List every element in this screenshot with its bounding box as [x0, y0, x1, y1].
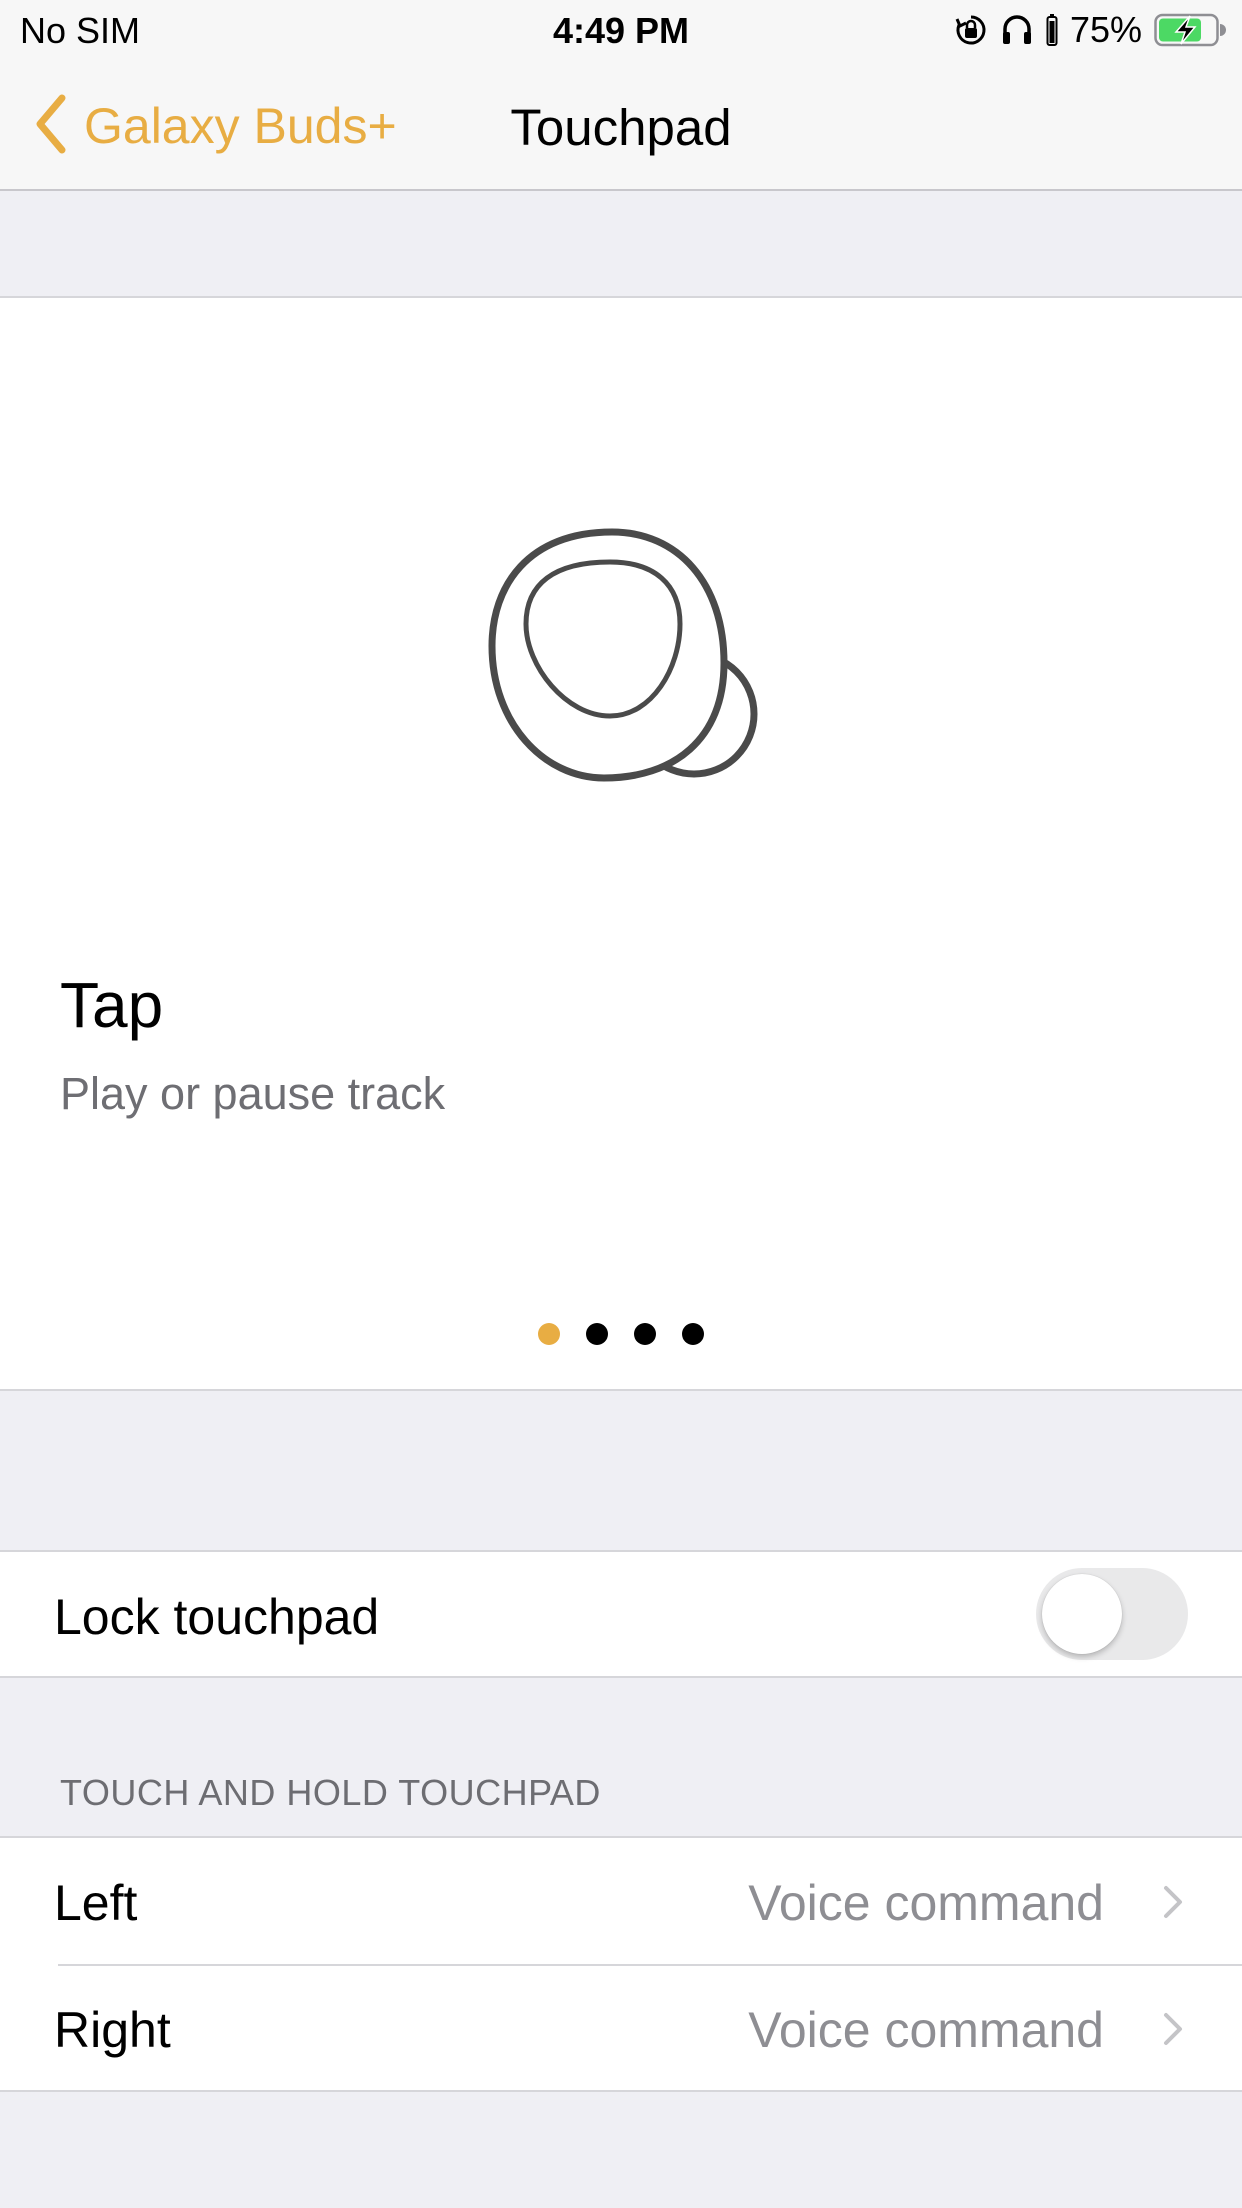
- list-item-value: Voice command: [748, 1875, 1104, 1931]
- gesture-carousel[interactable]: Tap Play or pause track: [0, 296, 1242, 1391]
- list-item-right[interactable]: Right Voice command: [0, 1965, 1242, 2092]
- page-dot-2[interactable]: [586, 1323, 608, 1345]
- list-item-left[interactable]: Left Voice command: [0, 1838, 1242, 1966]
- headphones-battery-icon: [1046, 13, 1058, 47]
- page-dot-3[interactable]: [634, 1323, 656, 1345]
- list-item-value: Voice command: [748, 2002, 1104, 2058]
- lock-touchpad-toggle[interactable]: [1036, 1568, 1188, 1660]
- lock-touchpad-row: Lock touchpad: [0, 1550, 1242, 1678]
- section-header: TOUCH AND HOLD TOUCHPAD: [60, 1772, 601, 1813]
- battery-percent: 75%: [1069, 9, 1142, 50]
- page-title: Touchpad: [510, 99, 732, 156]
- chevron-right-icon: [1162, 1884, 1184, 1925]
- earbud-icon: [488, 528, 778, 798]
- page-dot-4[interactable]: [682, 1323, 704, 1345]
- navigation-bar: Galaxy Buds+ Touchpad: [0, 60, 1242, 191]
- list-item-label: Right: [54, 2002, 171, 2058]
- orientation-lock-icon: [954, 13, 988, 47]
- status-indicators: 75%: [954, 8, 1226, 52]
- list-item-label: Left: [54, 1875, 138, 1931]
- status-bar: No SIM 4:49 PM 75%: [0, 0, 1242, 60]
- lock-touchpad-label: Lock touchpad: [54, 1589, 380, 1645]
- page-dot-1[interactable]: [538, 1323, 560, 1345]
- gesture-description: Play or pause track: [60, 1068, 446, 1119]
- touch-and-hold-list: Left Voice command Right Voice command: [0, 1836, 1242, 2092]
- chevron-right-icon: [1162, 2011, 1184, 2052]
- page-indicator[interactable]: [0, 1323, 1242, 1345]
- headphones-icon: [1000, 13, 1034, 47]
- gesture-title: Tap: [60, 969, 164, 1041]
- battery-charging-icon: [1154, 12, 1226, 48]
- toggle-knob: [1042, 1574, 1122, 1654]
